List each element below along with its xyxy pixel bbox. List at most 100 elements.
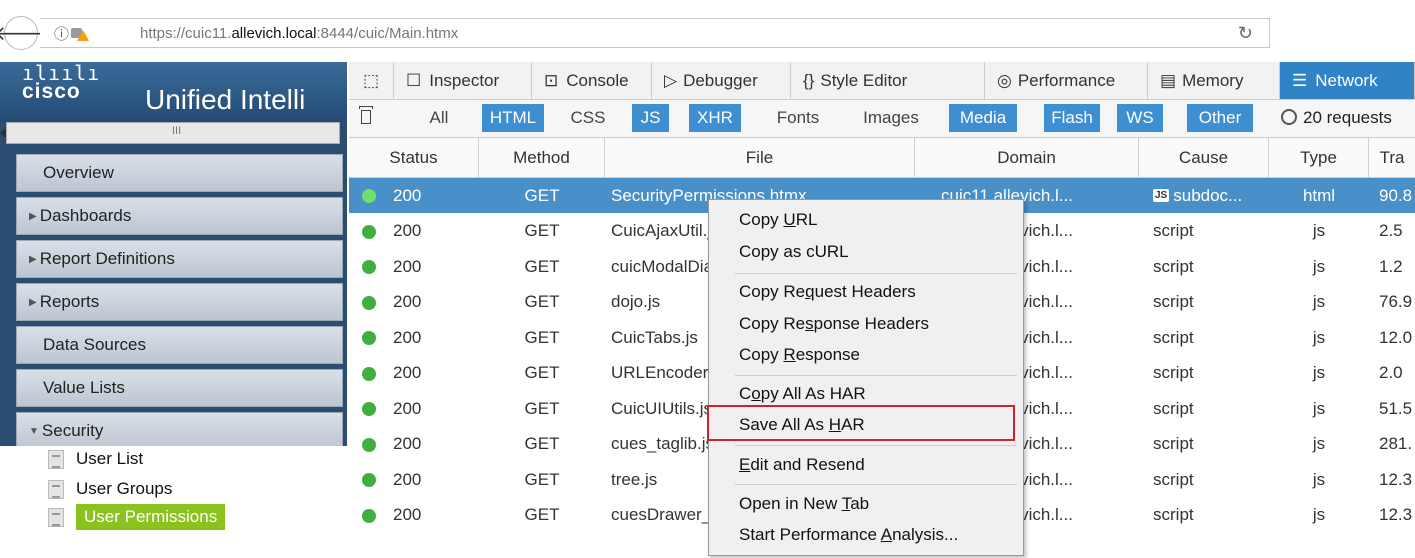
menu-open-in-new-tab[interactable]: Open in New Tab xyxy=(739,494,869,514)
menu-copy-response[interactable]: Copy Response xyxy=(739,345,860,365)
cell-type-text: js xyxy=(1312,505,1326,524)
col-status[interactable]: Status xyxy=(349,138,479,177)
cell-status: 200 xyxy=(393,427,453,462)
tab-memory[interactable]: ▤ Memory xyxy=(1148,62,1280,99)
menu-separator xyxy=(735,375,1017,376)
cell-method: GET xyxy=(479,285,605,320)
filter-js[interactable]: JS xyxy=(632,104,669,132)
cell-status-text: 200 xyxy=(393,398,422,418)
filter-html[interactable]: HTML xyxy=(482,104,544,132)
col-type[interactable]: Type xyxy=(1269,138,1369,177)
back-button[interactable]: 🡐 xyxy=(0,16,48,50)
subitem-user-permissions[interactable]: User Permissions xyxy=(48,504,226,530)
cell-status-text: 200 xyxy=(393,292,422,311)
cell-transferred-text: 76.9 xyxy=(1379,292,1413,311)
cell-method: GET xyxy=(479,214,605,249)
status-dot-icon xyxy=(362,437,376,452)
expand-arrow-icon: ▶ xyxy=(29,253,37,265)
cell-type-text: js xyxy=(1312,327,1326,347)
status-dot-icon xyxy=(362,366,376,381)
menu-start-performance-analysis[interactable]: Start Performance Analysis... xyxy=(739,525,958,545)
tab-debugger[interactable]: ▷ Debugger xyxy=(652,62,791,99)
cell-type: js xyxy=(1269,320,1369,355)
filter-media[interactable]: Media xyxy=(949,104,1017,132)
cell-cause: script xyxy=(1153,356,1267,391)
nav-item-data-sources[interactable]: Data Sources xyxy=(16,326,343,364)
cell-transferred-text: 1.2 xyxy=(1379,256,1403,276)
address-bar[interactable]: ⓘ https://cuic11.allevich.local:8444/cui… xyxy=(40,18,1270,48)
filter-xhr[interactable]: XHR xyxy=(689,104,741,132)
col-method[interactable]: Method xyxy=(479,138,605,177)
col-domain[interactable]: Domain xyxy=(915,138,1139,177)
cell-cause-text: script xyxy=(1153,292,1194,311)
timer-icon xyxy=(1281,109,1297,125)
clear-trash-icon[interactable] xyxy=(359,106,373,126)
nav-item-dashboards[interactable]: ▶ Dashboards xyxy=(16,197,343,235)
col-file[interactable]: File xyxy=(605,138,915,177)
cell-type: js xyxy=(1269,356,1369,391)
menu-copy-request-headers[interactable]: Copy Request Headers xyxy=(739,282,916,302)
menu-separator xyxy=(735,273,1017,274)
nav-item-security[interactable]: ▼ Security xyxy=(16,412,343,450)
memory-icon: ▤ xyxy=(1160,70,1177,90)
horizontal-scrollbar[interactable]: III xyxy=(6,122,340,144)
cell-type-text: js xyxy=(1312,398,1326,418)
element-picker-icon[interactable]: ⬚ xyxy=(349,62,394,99)
cell-type-text: html xyxy=(1302,185,1336,205)
cell-type-text: js xyxy=(1312,363,1326,382)
cell-file-text: tree.js xyxy=(611,469,658,489)
filter-ws[interactable]: WS xyxy=(1117,104,1163,132)
document-icon xyxy=(48,449,64,469)
menu-copy-url[interactable]: Copy URL xyxy=(739,210,817,230)
cell-cause: script xyxy=(1153,391,1267,426)
filter-images[interactable]: Images xyxy=(851,104,931,132)
security-sublist: User List User Groups User Permissions xyxy=(0,446,347,558)
tab-inspector[interactable]: ☐ Inspector xyxy=(394,62,532,99)
status-dot-icon xyxy=(362,402,376,416)
nav-item-value-lists[interactable]: Value Lists xyxy=(16,369,343,407)
reload-icon[interactable]: ↻ xyxy=(1238,23,1253,44)
cell-method: GET xyxy=(479,320,605,355)
filter-css[interactable]: CSS xyxy=(568,104,608,132)
nav-item-overview[interactable]: Overview xyxy=(16,154,343,192)
filter-other[interactable]: Other xyxy=(1187,104,1253,132)
subitem-user-groups[interactable]: User Groups xyxy=(48,476,172,502)
cell-type-text: js xyxy=(1312,221,1326,240)
cell-transferred-text: 12.3 xyxy=(1379,505,1413,524)
network-icon: ☰ xyxy=(1292,70,1308,90)
scrollbar-grip-icon: III xyxy=(172,125,182,137)
cell-status-text: 200 xyxy=(393,221,422,240)
site-info[interactable]: ⓘ xyxy=(54,23,90,44)
filter-fonts[interactable]: Fonts xyxy=(767,104,829,132)
cell-cause-text: subdoc... xyxy=(1173,185,1243,205)
nav-item-report-definitions[interactable]: ▶ Report Definitions xyxy=(16,240,343,278)
cell-type: js xyxy=(1269,285,1369,320)
filter-all[interactable]: All xyxy=(421,104,457,132)
menu-copy-as-curl[interactable]: Copy as cURL xyxy=(739,242,849,262)
tab-style-editor[interactable]: {} Style Editor xyxy=(791,62,985,99)
cell-transferred: 1.2 xyxy=(1379,249,1415,284)
tab-console[interactable]: ⊡ Console xyxy=(532,62,652,99)
cell-transferred-text: 2.0 xyxy=(1379,363,1403,382)
nav-item-reports[interactable]: ▶ Reports xyxy=(16,283,343,321)
subitem-user-list[interactable]: User List xyxy=(48,446,143,472)
tab-network[interactable]: ☰ Network xyxy=(1280,62,1415,99)
expand-arrow-icon: ▶ xyxy=(29,210,37,222)
expand-arrow-icon: ▶ xyxy=(29,296,37,308)
menu-save-all-as-har[interactable]: Save All As HAR xyxy=(739,415,865,435)
cell-method-text: GET xyxy=(524,363,560,382)
tab-performance[interactable]: ◎ Performance xyxy=(985,62,1148,99)
cell-method-text: GET xyxy=(524,292,560,311)
col-transferred[interactable]: Tra xyxy=(1369,138,1415,177)
cisco-header: ılıılı cisco Unified Intelli xyxy=(0,62,347,122)
status-dot-icon xyxy=(362,473,376,487)
js-badge-icon: JS xyxy=(1153,189,1170,202)
menu-edit-and-resend[interactable]: Edit and Resend xyxy=(739,455,865,475)
filter-flash[interactable]: Flash xyxy=(1044,104,1100,132)
cell-status-text: 200 xyxy=(393,256,422,276)
cell-method-text: GET xyxy=(524,469,560,489)
menu-copy-response-headers[interactable]: Copy Response Headers xyxy=(739,314,929,334)
menu-copy-all-as-har[interactable]: Copy All As HAR xyxy=(739,384,866,404)
cell-transferred: 51.5 xyxy=(1379,391,1415,426)
col-cause[interactable]: Cause xyxy=(1139,138,1269,177)
